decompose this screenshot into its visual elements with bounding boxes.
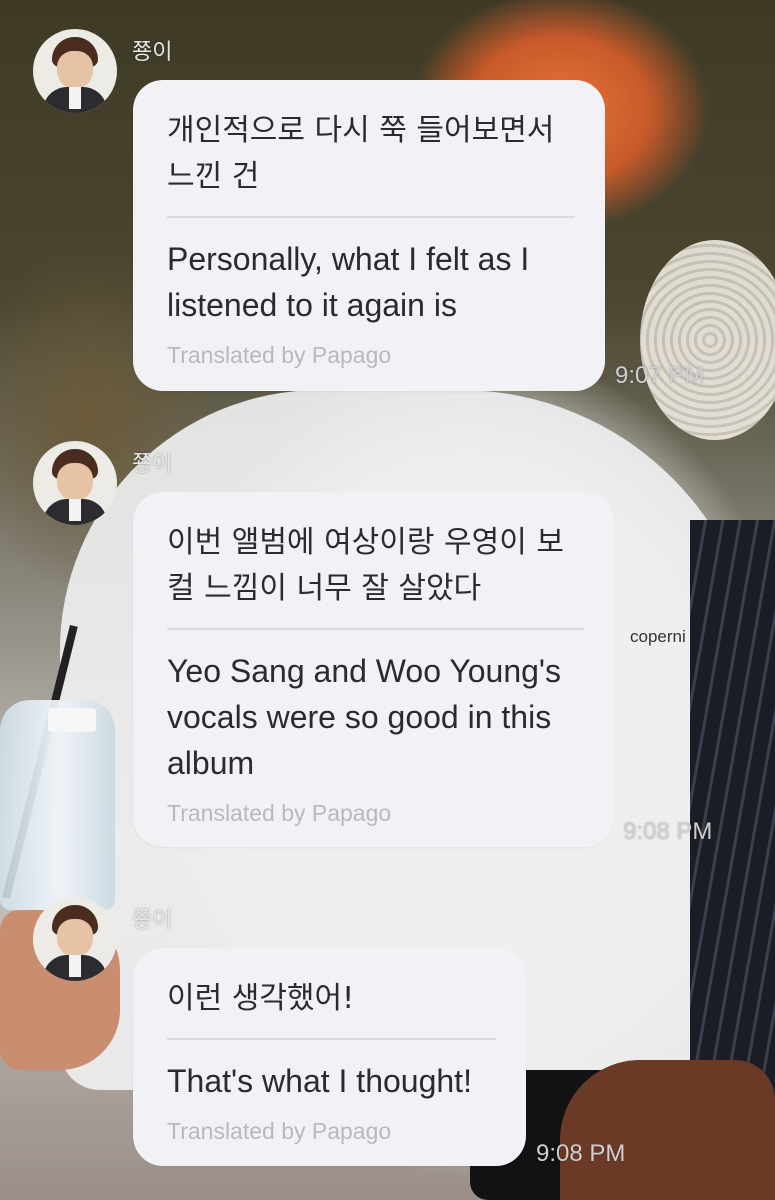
message-translation-text: Yeo Sang and Woo Young's vocals were so … xyxy=(167,653,562,781)
bubble-divider xyxy=(167,216,575,218)
message-translation-text: That's what I thought! xyxy=(167,1063,472,1099)
message-timestamp: 9:08 PM xyxy=(623,818,713,845)
message-original-text: 개인적으로 다시 쭉 들어보면서 느낀 건 xyxy=(167,113,555,194)
sender-name: 쭁이 xyxy=(132,452,173,477)
translation-credit: Translated by Papago xyxy=(167,800,392,826)
sender-avatar[interactable] xyxy=(33,29,117,113)
message-original-text: 이번 앨범에 여상이랑 우영이 보컬 느낌이 너무 잘 살았다 xyxy=(167,525,564,606)
background-bottle-cap xyxy=(48,708,96,732)
message-bubble[interactable]: 이번 앨범에 여상이랑 우영이 보컬 느낌이 너무 잘 살았다 Yeo Sang… xyxy=(133,492,614,847)
message-bubble[interactable]: 이런 생각했어! That's what I thought! Translat… xyxy=(133,948,526,1166)
sender-avatar[interactable] xyxy=(33,897,117,981)
message-timestamp: 9:08 PM xyxy=(536,1140,626,1167)
message-original-text: 이런 생각했어! xyxy=(167,981,355,1016)
bubble-divider xyxy=(167,628,584,630)
sender-avatar[interactable] xyxy=(33,441,117,525)
background-hand-right xyxy=(560,1060,775,1200)
message-translation-text: Personally, what I felt as I listened to… xyxy=(167,241,530,323)
translation-credit: Translated by Papago xyxy=(167,342,392,368)
message-bubble[interactable]: 개인적으로 다시 쭉 들어보면서 느낀 건 Personally, what I… xyxy=(133,80,605,391)
message-timestamp: 9:07 PM xyxy=(615,362,705,389)
translation-credit: Translated by Papago xyxy=(167,1118,392,1144)
bubble-divider xyxy=(167,1038,496,1040)
background-shirt-text: coperni xyxy=(630,627,686,646)
sender-name: 쭁이 xyxy=(132,908,173,933)
sender-name: 쭁이 xyxy=(132,40,173,65)
